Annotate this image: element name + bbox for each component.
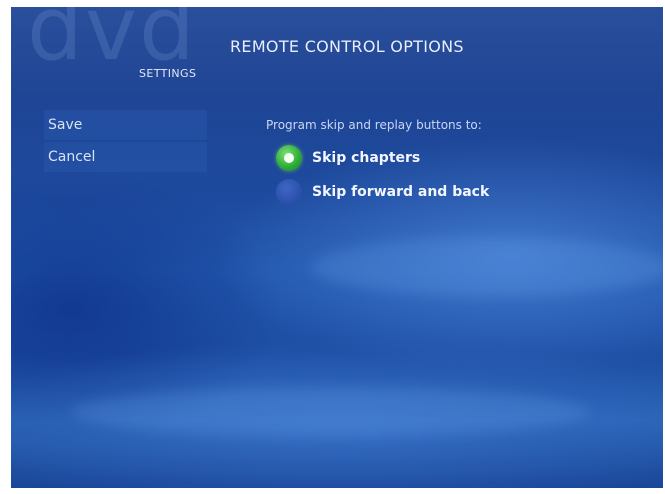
option-label: Skip forward and back	[312, 184, 490, 200]
page-title: REMOTE CONTROL OPTIONS	[230, 37, 464, 56]
option-prompt: Program skip and replay buttons to:	[266, 118, 482, 132]
cancel-button[interactable]: Cancel	[44, 142, 207, 172]
radio-unselected-icon[interactable]	[276, 179, 302, 205]
save-button[interactable]: Save	[44, 110, 207, 140]
radio-selected-icon[interactable]	[276, 145, 302, 171]
option-skip-chapters[interactable]: Skip chapters	[276, 145, 420, 171]
background-streak	[71, 387, 591, 437]
media-center-screen: dvd REMOTE CONTROL OPTIONS SETTINGS Save…	[11, 7, 663, 488]
background-streak	[311, 237, 663, 297]
radio-dot-icon	[284, 153, 294, 163]
option-label: Skip chapters	[312, 150, 421, 166]
section-label: SETTINGS	[139, 67, 197, 80]
option-skip-forward-back[interactable]: Skip forward and back	[276, 179, 489, 205]
